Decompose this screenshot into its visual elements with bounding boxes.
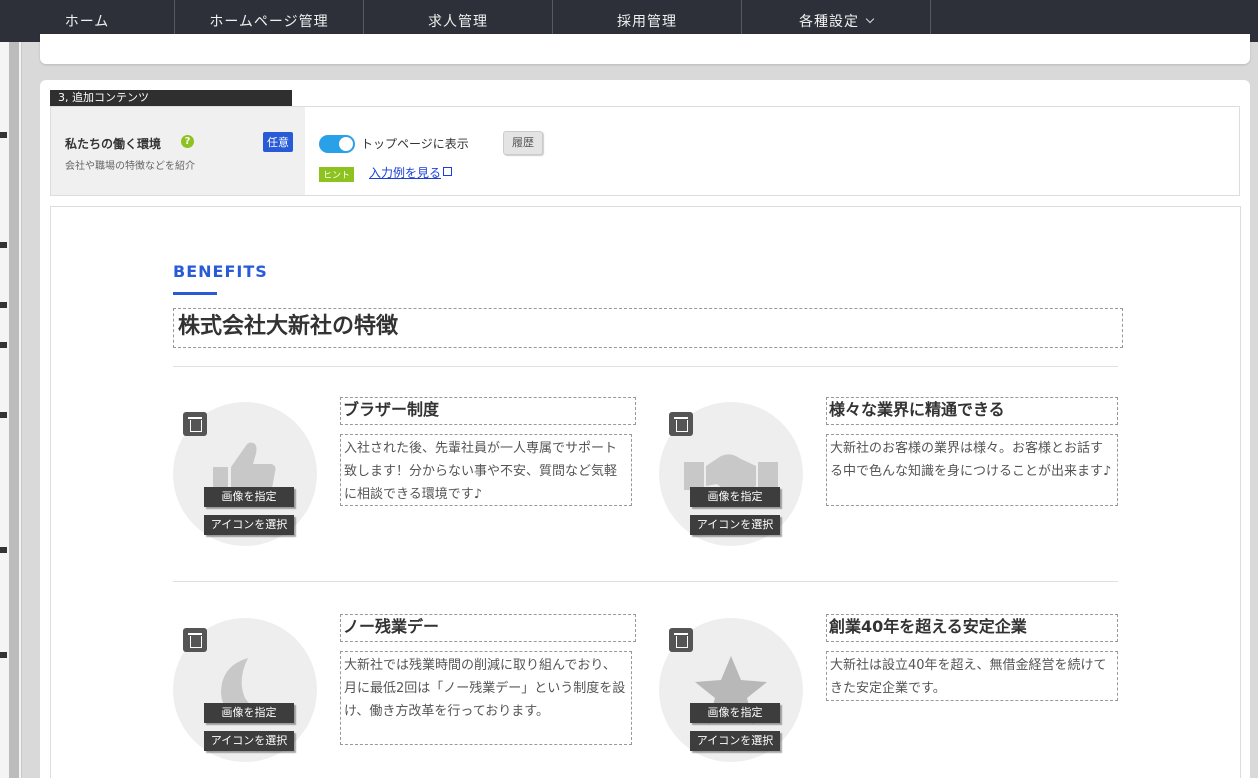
feature-description-field[interactable]: 大新社のお客様の業界は様々。お客様とお話する中で色んな知識を身につけることが出来…	[826, 434, 1118, 506]
help-icon[interactable]: ?	[181, 135, 194, 148]
scrollbar[interactable]	[9, 42, 19, 778]
nav-item-label: 求人管理	[428, 14, 488, 30]
benefits-eyebrow: BENEFITS	[173, 262, 268, 281]
feature-title-field[interactable]: ブラザー制度	[340, 397, 636, 425]
delete-icon[interactable]	[183, 412, 207, 436]
external-link-icon	[443, 167, 453, 176]
sidebar-glyph	[0, 412, 7, 418]
select-icon-button[interactable]: アイコンを選択	[204, 515, 294, 535]
preview-title-field[interactable]: 株式会社大新社の特徴	[173, 308, 1123, 348]
select-icon-button[interactable]: アイコンを選択	[204, 731, 294, 751]
setting-label-cell: 私たちの働く環境 ? 会社や職場の特徴などを紹介 任意	[51, 107, 305, 195]
delete-icon[interactable]	[669, 412, 693, 436]
sidebar-glyph	[0, 242, 7, 248]
eyebrow-underline	[173, 292, 217, 295]
sidebar-glyph	[0, 302, 7, 308]
hint-badge: ヒント	[319, 167, 355, 182]
sidebar-glyph	[0, 132, 7, 138]
page-edge	[1250, 42, 1258, 778]
setting-value-cell: トップページに表示 履歴 ヒント 入力例を見る	[305, 107, 1239, 195]
set-image-button[interactable]: 画像を指定	[204, 703, 294, 723]
example-link[interactable]: 入力例を見る	[369, 164, 453, 181]
setting-row: 私たちの働く環境 ? 会社や職場の特徴などを紹介 任意 トップページに表示 履歴…	[50, 106, 1240, 196]
section-label: 3, 追加コンテンツ	[50, 90, 292, 106]
setting-subtitle: 会社や職場の特徴などを紹介	[65, 161, 195, 172]
set-image-button[interactable]: 画像を指定	[690, 703, 780, 723]
set-image-button[interactable]: 画像を指定	[204, 487, 294, 507]
sidebar-glyph	[0, 652, 7, 658]
feature-description-field[interactable]: 大新社では残業時間の削減に取り組んでおり、月に最低2回は「ノー残業デー」という制…	[340, 651, 632, 745]
select-icon-button[interactable]: アイコンを選択	[690, 731, 780, 751]
optional-badge: 任意	[263, 132, 293, 152]
chevron-down-icon	[865, 14, 875, 24]
feature-description-field[interactable]: 入社された後、先輩社員が一人専属でサポート致します！分からない事や不安、質問など…	[340, 434, 632, 506]
divider	[173, 366, 1118, 367]
divider	[173, 581, 1118, 582]
history-button[interactable]: 履歴	[503, 131, 543, 155]
nav-item-label: 採用管理	[617, 14, 677, 30]
sidebar-glyph	[0, 342, 7, 348]
select-icon-button[interactable]: アイコンを選択	[690, 515, 780, 535]
top-page-toggle[interactable]	[319, 135, 355, 153]
sidebar-glyph	[0, 547, 7, 553]
previous-panel	[40, 34, 1250, 64]
delete-icon[interactable]	[183, 628, 207, 652]
setting-title: 私たちの働く環境	[65, 137, 162, 151]
nav-item-label: ホームページ管理	[209, 14, 329, 30]
feature-title-field[interactable]: 創業40年を超える安定企業	[826, 614, 1118, 642]
feature-title-field[interactable]: ノー残業デー	[340, 614, 636, 642]
feature-title-field[interactable]: 様々な業界に精通できる	[826, 397, 1118, 425]
feature-description-field[interactable]: 大新社は設立40年を超え、無借金経営を続けてきた安定企業です。	[826, 651, 1118, 701]
nav-item-label: ホーム	[64, 14, 110, 30]
delete-icon[interactable]	[669, 628, 693, 652]
nav-item-label: 各種設定	[799, 14, 859, 30]
toggle-label: トップページに表示	[361, 137, 469, 151]
set-image-button[interactable]: 画像を指定	[690, 487, 780, 507]
example-link-label: 入力例を見る	[369, 166, 442, 180]
